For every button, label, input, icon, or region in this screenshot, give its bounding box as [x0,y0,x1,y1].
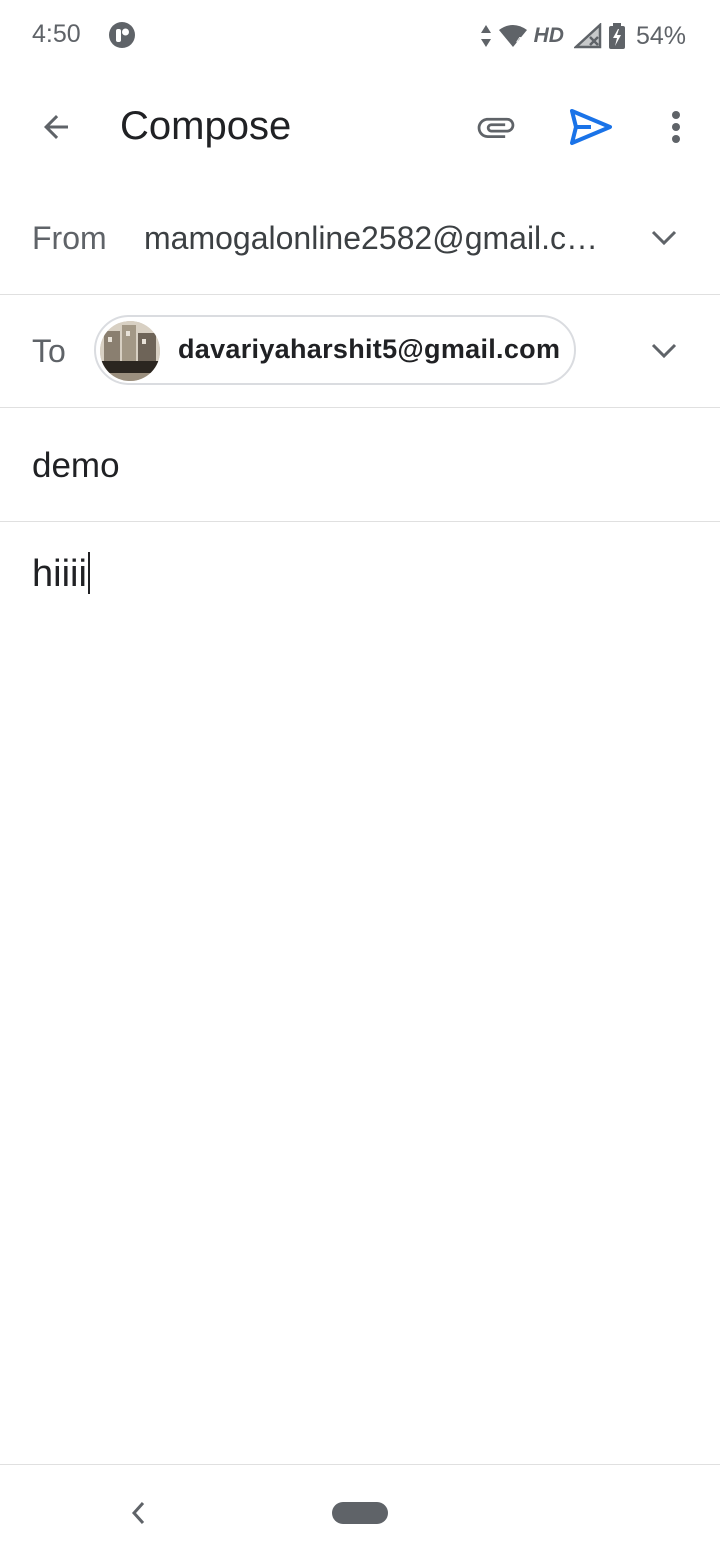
attach-button[interactable] [468,99,524,155]
arrow-back-icon [44,115,68,139]
battery-percent: 54% [635,21,686,50]
status-bar: 4:50 4 HD 54% [0,0,720,72]
nav-home-pill[interactable] [332,1502,388,1524]
battery-charging-icon [608,22,626,50]
body-text: hiiii [32,553,87,595]
back-button[interactable] [28,99,84,155]
recipient-email: davariyaharshit5@gmail.com [178,334,561,364]
recipient-chip[interactable]: davariyaharshit5@gmail.com [94,315,576,385]
signal-icon [573,23,602,49]
from-label: From [32,220,107,256]
send-icon [570,109,612,145]
page-title: Compose [120,104,292,148]
chevron-down-icon [651,343,677,359]
chevron-down-icon [651,230,677,246]
status-icons: 4 HD 54% [480,18,686,54]
from-account[interactable]: mamogalonline2582@gmail.c… [144,220,600,257]
avatar [100,321,160,381]
subject-row[interactable]: demo [0,408,720,522]
from-row: From mamogalonline2582@gmail.c… [0,182,720,295]
app-bar: Compose [0,72,720,182]
network-type: HD [533,24,564,47]
system-nav-bar [0,1464,720,1561]
data-arrows-icon [480,23,492,49]
nav-back-button[interactable] [116,1491,160,1535]
send-button[interactable] [563,99,619,155]
from-expand-button[interactable] [640,214,688,262]
wifi-icon: 4 [498,23,528,49]
body-field[interactable]: hiiii [32,552,90,596]
to-row: To davariyaharshit5@gmail.com [0,295,720,408]
to-label: To [32,333,66,369]
to-expand-button[interactable] [640,327,688,375]
notification-app-icon [108,21,136,49]
text-cursor [87,552,90,594]
subject-field[interactable]: demo [32,446,120,486]
paperclip-icon [477,117,515,138]
compose-body[interactable]: hiiii [0,522,720,1462]
svg-text:4: 4 [516,36,522,47]
more-options-button[interactable] [648,99,704,155]
more-vert-icon [672,111,680,143]
nav-back-icon [131,1501,145,1525]
status-time: 4:50 [32,20,81,48]
